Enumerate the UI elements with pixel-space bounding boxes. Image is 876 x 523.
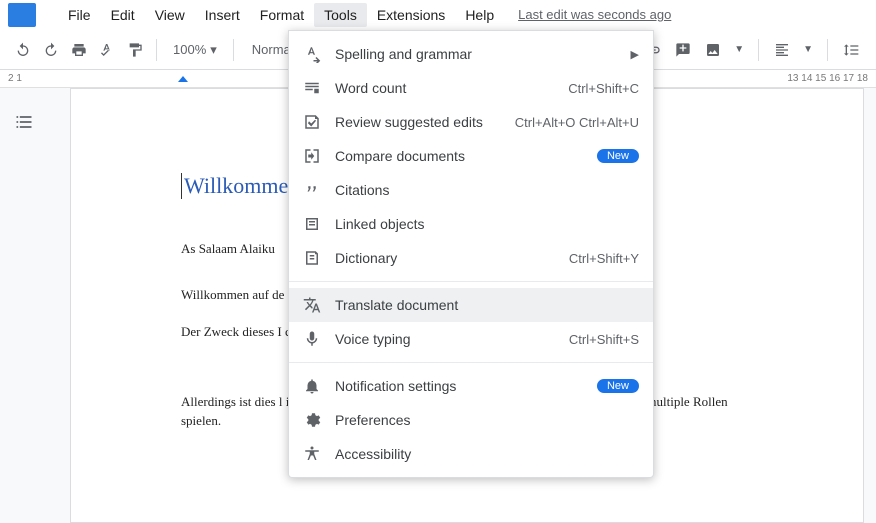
menu-item-label: Word count	[335, 80, 554, 96]
menu-item-label: Citations	[335, 182, 639, 198]
menu-edit[interactable]: Edit	[101, 3, 145, 27]
tools-citations[interactable]: Citations	[289, 173, 653, 207]
chevron-down-icon[interactable]: ▼	[734, 44, 744, 55]
tools-dictionary[interactable]: Dictionary Ctrl+Shift+Y	[289, 241, 653, 275]
spelling-icon	[303, 45, 321, 63]
insert-image-icon[interactable]	[704, 41, 722, 59]
citations-icon	[303, 181, 321, 199]
undo-icon[interactable]	[14, 41, 32, 59]
paint-format-icon[interactable]	[126, 41, 144, 59]
new-badge: New	[597, 149, 639, 163]
zoom-value: 100%	[173, 42, 206, 57]
print-icon[interactable]	[70, 41, 88, 59]
menu-extensions[interactable]: Extensions	[367, 3, 455, 27]
separator	[827, 39, 828, 61]
tools-linked-objects[interactable]: Linked objects	[289, 207, 653, 241]
menu-item-label: Preferences	[335, 412, 639, 428]
document-outline-icon[interactable]	[14, 112, 34, 132]
menu-separator	[289, 281, 653, 282]
spellcheck-icon[interactable]	[98, 41, 116, 59]
indent-marker-icon[interactable]	[178, 76, 188, 82]
tools-notification-settings[interactable]: Notification settings New	[289, 369, 653, 403]
menu-item-label: Linked objects	[335, 216, 639, 232]
separator	[758, 39, 759, 61]
line-spacing-icon[interactable]	[842, 41, 860, 59]
last-edit-link[interactable]: Last edit was seconds ago	[518, 7, 671, 22]
menu-file[interactable]: File	[58, 3, 101, 27]
menu-item-label: Translate document	[335, 297, 639, 313]
new-badge: New	[597, 379, 639, 393]
chevron-down-icon: ▾	[210, 42, 217, 58]
shortcut-text: Ctrl+Shift+C	[568, 81, 639, 96]
menu-insert[interactable]: Insert	[195, 3, 250, 27]
shortcut-text: Ctrl+Alt+O Ctrl+Alt+U	[515, 115, 639, 130]
tools-compare-documents[interactable]: Compare documents New	[289, 139, 653, 173]
submenu-arrow-icon: ▶	[631, 48, 639, 61]
shortcut-text: Ctrl+Shift+S	[569, 332, 639, 347]
separator	[233, 39, 234, 61]
menu-item-label: Accessibility	[335, 446, 639, 462]
tools-accessibility[interactable]: Accessibility	[289, 437, 653, 471]
menu-separator	[289, 362, 653, 363]
compare-icon	[303, 147, 321, 165]
separator	[156, 39, 157, 61]
menubar: FileEditViewInsertFormatToolsExtensionsH…	[0, 0, 876, 30]
tools-review-suggested-edits[interactable]: Review suggested edits Ctrl+Alt+O Ctrl+Al…	[289, 105, 653, 139]
align-icon[interactable]	[773, 41, 791, 59]
review-icon	[303, 113, 321, 131]
notification-icon	[303, 377, 321, 395]
menu-item-label: Spelling and grammar	[335, 46, 617, 62]
insert-comment-icon[interactable]	[674, 41, 692, 59]
accessibility-icon	[303, 445, 321, 463]
menu-view[interactable]: View	[145, 3, 195, 27]
ruler-left-ticks: 2 1	[8, 73, 22, 84]
wordcount-icon	[303, 79, 321, 97]
linked-icon	[303, 215, 321, 233]
menu-item-label: Review suggested edits	[335, 114, 501, 130]
tools-translate-document[interactable]: Translate document	[289, 288, 653, 322]
menu-item-label: Voice typing	[335, 331, 555, 347]
menu-tools[interactable]: Tools	[314, 3, 367, 27]
voice-icon	[303, 330, 321, 348]
tools-menu-dropdown: Spelling and grammar ▶ Word count Ctrl+Shif…	[288, 30, 654, 478]
menu-item-label: Compare documents	[335, 148, 583, 164]
redo-icon[interactable]	[42, 41, 60, 59]
shortcut-text: Ctrl+Shift+Y	[569, 251, 639, 266]
zoom-select[interactable]: 100% ▾	[169, 42, 221, 58]
ruler-right-ticks: 13 14 15 16 17 18	[787, 73, 868, 84]
preferences-icon	[303, 411, 321, 429]
chevron-down-icon[interactable]: ▼	[803, 44, 813, 55]
docs-logo-icon[interactable]	[8, 3, 36, 27]
dictionary-icon	[303, 249, 321, 267]
tools-preferences[interactable]: Preferences	[289, 403, 653, 437]
menu-format[interactable]: Format	[250, 3, 314, 27]
translate-icon	[303, 296, 321, 314]
tools-spelling-and-grammar[interactable]: Spelling and grammar ▶	[289, 37, 653, 71]
menu-help[interactable]: Help	[455, 3, 504, 27]
menu-item-label: Dictionary	[335, 250, 555, 266]
tools-word-count[interactable]: Word count Ctrl+Shift+C	[289, 71, 653, 105]
menu-item-label: Notification settings	[335, 378, 583, 394]
tools-voice-typing[interactable]: Voice typing Ctrl+Shift+S	[289, 322, 653, 356]
